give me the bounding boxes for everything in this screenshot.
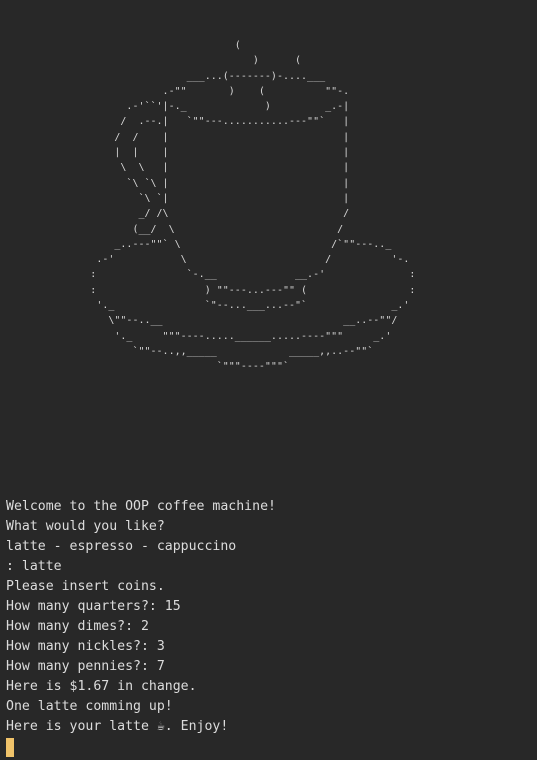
nickles-line: How many nickles?: 3: [6, 639, 165, 654]
menu-options-line: latte - espresso - cappuccino: [6, 539, 237, 554]
quarters-line: How many quarters?: 15: [6, 599, 181, 614]
terminal-cursor[interactable]: [6, 738, 14, 757]
coffee-cup-ascii-art: ( ) ( ___...(-------)-....___ .-"" ) ( "…: [90, 40, 416, 373]
pennies-line: How many pennies?: 7: [6, 659, 165, 674]
welcome-line: Welcome to the OOP coffee machine!: [6, 499, 276, 514]
prompt-question-line: What would you like?: [6, 519, 165, 534]
coming-up-line: One latte comming up!: [6, 699, 173, 714]
enjoy-line: Here is your latte ☕. Enjoy!: [6, 719, 229, 734]
user-choice-line: : latte: [6, 559, 62, 574]
terminal-output: Welcome to the OOP coffee machine! What …: [6, 497, 531, 737]
terminal-window[interactable]: ( ) ( ___...(-------)-....___ .-"" ) ( "…: [0, 0, 537, 760]
insert-coins-line: Please insert coins.: [6, 579, 165, 594]
dimes-line: How many dimes?: 2: [6, 619, 149, 634]
change-line: Here is $1.67 in change.: [6, 679, 197, 694]
